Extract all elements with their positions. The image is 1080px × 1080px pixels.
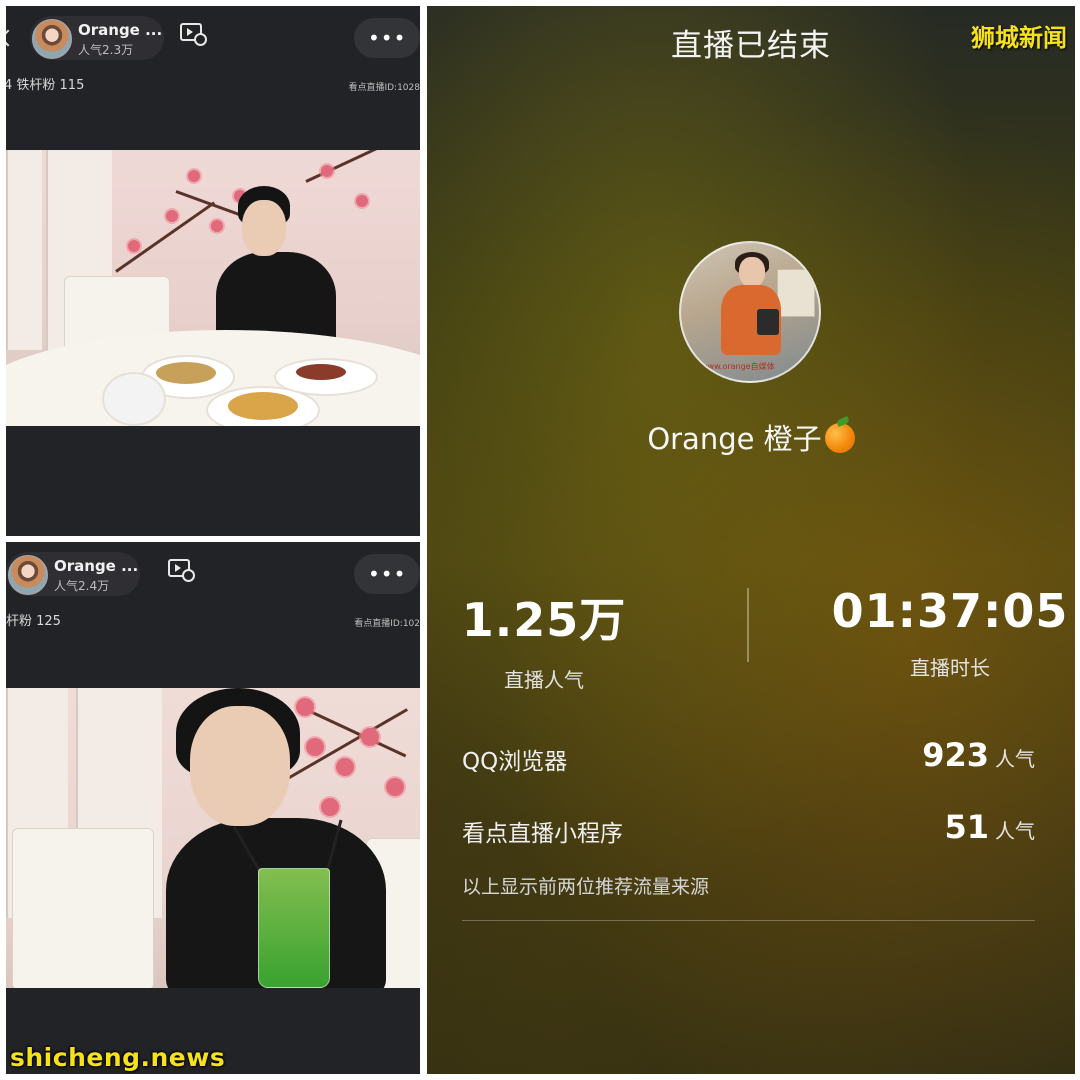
blossom [386,778,404,796]
live-screenshot-top: Orange ... 人气2.3万 ••• 4 铁杆粉 115 看点直播ID:1… [6,6,420,536]
source-unit: 人气 [995,819,1035,843]
live-id: 看点直播ID:102 [354,619,420,629]
blossom-branch [115,201,216,273]
traffic-source-row: 看点直播小程序 51 人气 [462,808,1035,848]
blossom [296,698,314,716]
blossom [336,758,354,776]
orange-emoji-icon [824,423,855,453]
stat-label: 直播人气 [504,668,584,692]
blossom [128,240,140,252]
green-drink-cup [258,868,330,988]
more-button[interactable]: ••• [354,554,420,594]
blossom [211,220,223,232]
live-video[interactable] [6,150,420,426]
live-video[interactable] [6,688,420,988]
brand-watermark: 狮城新闻 [971,24,1067,52]
live-ended-screen: 直播已结束 狮城新闻 www.orange自媒体 Orange 橙子 1.25万… [427,6,1075,1074]
host-popularity: 人气2.4万 [54,579,110,593]
fans-count: 4 铁杆粉 115 [6,78,85,93]
food [228,392,298,420]
chair [12,828,154,988]
person-face [190,706,290,826]
more-dots-icon: ••• [368,26,407,50]
source-count: 923 [922,736,989,774]
blossom [166,210,178,222]
live-header: Orange ... 人气2.4万 ••• [6,542,420,606]
avatar-bag [757,309,779,335]
blossom [321,798,339,816]
stat-value: 1.25万 [461,593,627,647]
host-info-chip[interactable]: Orange ... 人气2.3万 [30,16,164,60]
food [296,364,346,380]
stat-divider [747,588,749,662]
avatar-caption: www.orange自媒体 [701,362,775,371]
video-record-icon[interactable] [180,23,207,46]
blossom-branch [305,150,389,183]
fans-count: 杆粉 125 [6,614,61,629]
bowl [102,372,166,426]
wall-door [6,150,42,350]
stat-value: 01:37:05 [831,584,1069,638]
live-id: 看点直播ID:1028 [348,83,420,93]
divider [462,920,1035,921]
source-count: 51 [944,808,989,846]
traffic-source-note: 以上显示前两位推荐流量来源 [462,876,710,898]
source-name: 看点直播小程序 [462,821,623,847]
host-avatar[interactable] [32,19,72,59]
blossom [356,195,368,207]
live-header: Orange ... 人气2.3万 ••• [6,6,420,70]
streamer-name: Orange 橙子 [647,422,822,456]
stat-label: 直播时长 [910,656,990,680]
blossom [321,165,333,177]
source-value: 51 人气 [944,808,1035,846]
host-avatar[interactable] [8,555,48,595]
blossom [306,738,324,756]
person-face [242,200,286,256]
source-value: 923 人气 [922,736,1035,774]
blossom [188,170,200,182]
source-name: QQ浏览器 [462,749,568,775]
avatar-face [739,257,765,287]
stat-popularity: 1.25万 直播人气 [427,584,704,693]
traffic-source-row: QQ浏览器 923 人气 [462,736,1035,776]
host-name: Orange ... [78,21,163,39]
live-screenshot-bottom: Orange ... 人气2.4万 ••• 杆粉 125 看点直播ID:102 [6,542,420,1074]
more-dots-icon: ••• [368,562,407,586]
video-record-icon[interactable] [168,559,195,582]
back-arrow-icon[interactable] [6,29,17,47]
site-watermark: shicheng.news [10,1043,226,1072]
streamer-avatar[interactable]: www.orange自媒体 [679,241,821,383]
avatar-background-shelf [777,269,815,317]
blossom [361,728,379,746]
food [156,362,216,384]
source-unit: 人气 [995,747,1035,771]
host-info-chip[interactable]: Orange ... 人气2.4万 [6,552,140,596]
host-name: Orange ... [54,557,139,575]
more-button[interactable]: ••• [354,18,420,58]
host-popularity: 人气2.3万 [78,43,134,57]
streamer-name-row: Orange 橙子 [427,416,1075,458]
stat-duration: 01:37:05 直播时长 [790,584,1075,681]
